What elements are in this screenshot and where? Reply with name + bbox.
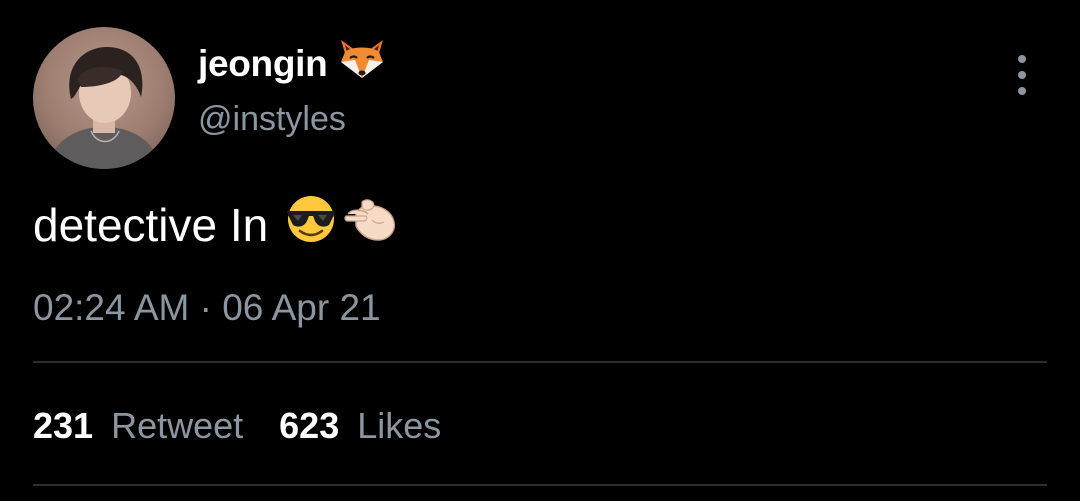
author-display-name[interactable]: jeongin — [198, 38, 385, 89]
tweet-card: jeongin @instyles detective In 02:24 AM … — [0, 0, 1080, 501]
divider — [33, 361, 1047, 363]
likes-stat[interactable]: 623 Likes — [279, 405, 441, 447]
tweet-timestamp[interactable]: 02:24 AM · 06 Apr 21 — [33, 287, 381, 329]
likes-label: Likes — [357, 405, 442, 446]
retweet-count: 231 — [33, 405, 94, 446]
tweet-text-content: detective In — [33, 198, 269, 251]
divider — [33, 484, 1047, 486]
avatar-photo — [47, 47, 161, 169]
tweet-emojis — [282, 194, 398, 255]
more-dot-icon — [1018, 55, 1026, 63]
tweet-stats: 231 Retweet 623 Likes — [33, 405, 477, 447]
tweet-text: detective In — [33, 194, 398, 255]
author-handle[interactable]: @instyles — [198, 100, 346, 139]
display-name-text: jeongin — [198, 42, 328, 84]
more-dot-icon — [1018, 71, 1026, 79]
smiling-face-with-sunglasses-icon — [282, 194, 340, 255]
retweet-stat[interactable]: 231 Retweet — [33, 405, 243, 447]
more-options-button[interactable] — [1004, 55, 1040, 95]
avatar[interactable] — [33, 27, 175, 169]
more-dot-icon — [1018, 87, 1026, 95]
retweet-label: Retweet — [111, 405, 244, 446]
fox-face-icon — [339, 38, 385, 89]
likes-count: 623 — [279, 405, 340, 446]
pinching-hand-icon — [342, 194, 398, 255]
